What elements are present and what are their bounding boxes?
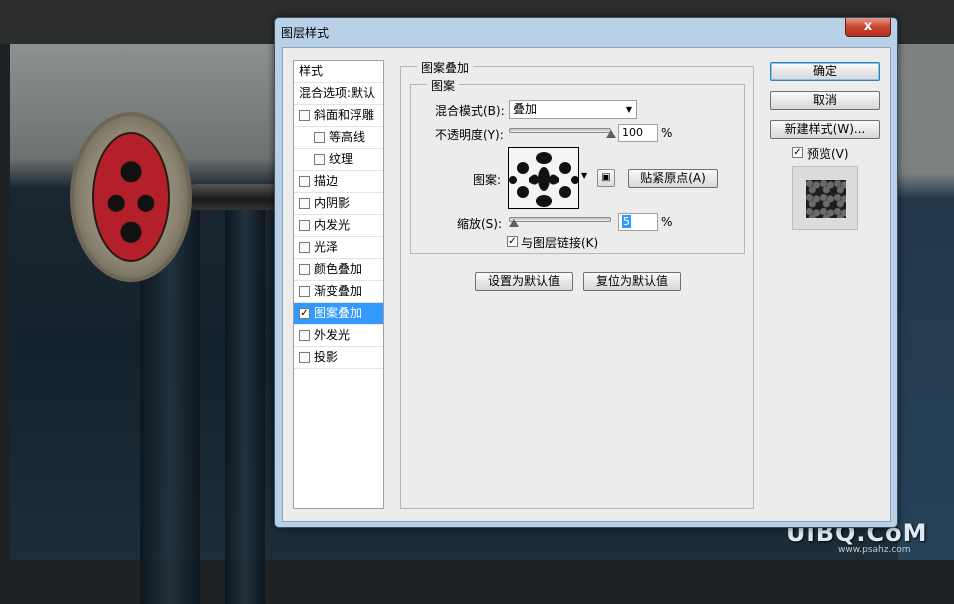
close-button[interactable]: x bbox=[845, 18, 891, 37]
style-preview bbox=[792, 166, 858, 230]
red-damask-pattern bbox=[92, 132, 170, 262]
dialog-titlebar[interactable]: 图层样式 x bbox=[275, 18, 897, 46]
style-item[interactable]: 内阴影 bbox=[294, 193, 383, 215]
ok-button[interactable]: 确定 bbox=[770, 62, 880, 81]
opacity-slider-track[interactable] bbox=[509, 128, 611, 133]
style-item[interactable]: 描边 bbox=[294, 171, 383, 193]
style-item[interactable]: 内发光 bbox=[294, 215, 383, 237]
style-item-label: 外发光 bbox=[314, 328, 351, 342]
ornate-medallion bbox=[70, 112, 192, 282]
style-item-checkbox[interactable] bbox=[299, 110, 310, 121]
preview-swatch bbox=[806, 180, 846, 218]
style-item-checkbox[interactable] bbox=[299, 176, 310, 187]
cancel-button[interactable]: 取消 bbox=[770, 91, 880, 110]
ok-label: 确定 bbox=[812, 64, 837, 78]
style-item-label: 斜面和浮雕 bbox=[314, 108, 375, 122]
opacity-slider-thumb[interactable] bbox=[606, 130, 616, 138]
style-item-label: 内发光 bbox=[314, 218, 351, 232]
blend-mode-select[interactable]: 叠加 ▼ bbox=[509, 100, 637, 119]
styles-header[interactable]: 样式 bbox=[294, 61, 383, 83]
reset-to-default-button[interactable]: 复位为默认值 bbox=[583, 272, 681, 291]
style-item[interactable]: 纹理 bbox=[294, 149, 383, 171]
dropdown-arrow-icon: ▼ bbox=[625, 105, 632, 114]
check-icon: ✓ bbox=[300, 308, 309, 319]
style-item-checkbox[interactable] bbox=[299, 198, 310, 209]
style-item-label: 描边 bbox=[314, 174, 339, 188]
canvas-right-edge bbox=[898, 44, 954, 560]
new-style-label: 新建样式(W)... bbox=[784, 122, 866, 136]
new-preset-icon: ▣ bbox=[601, 172, 611, 183]
style-item[interactable]: 等高线 bbox=[294, 127, 383, 149]
style-item-checkbox[interactable] bbox=[299, 220, 310, 231]
style-item-checkbox[interactable] bbox=[299, 330, 310, 341]
group-title: 图案 bbox=[427, 77, 460, 94]
scale-input[interactable]: 5 bbox=[618, 213, 658, 231]
style-item-checkbox[interactable] bbox=[299, 264, 310, 275]
make-default-button[interactable]: 设置为默认值 bbox=[475, 272, 573, 291]
damask-pattern-thumbnail bbox=[509, 148, 578, 208]
style-item-label: 图案叠加 bbox=[314, 306, 363, 320]
opacity-input[interactable]: 100 bbox=[618, 124, 658, 142]
opacity-value: 100 bbox=[622, 126, 643, 139]
snap-to-origin-label: 贴紧原点(A) bbox=[640, 171, 706, 185]
section-title: 图案叠加 bbox=[417, 59, 474, 76]
close-icon: x bbox=[863, 19, 873, 34]
style-item-checkbox[interactable] bbox=[299, 242, 310, 253]
opacity-unit: % bbox=[661, 126, 673, 140]
scale-label: 缩放(S): bbox=[457, 217, 503, 231]
style-item-label: 等高线 bbox=[329, 130, 366, 144]
blend-mode-value: 叠加 bbox=[513, 102, 538, 116]
style-item-label: 纹理 bbox=[329, 152, 354, 166]
pattern-overlay-section: 图案叠加 图案 混合模式(B): 叠加 ▼ 不透明度(Y): 100 % 图案: bbox=[400, 59, 754, 509]
make-default-label: 设置为默认值 bbox=[487, 274, 560, 288]
style-item-checkbox[interactable] bbox=[314, 132, 325, 143]
new-style-button[interactable]: 新建样式(W)... bbox=[770, 120, 880, 139]
style-item-checkbox[interactable] bbox=[314, 154, 325, 165]
style-item[interactable]: 投影 bbox=[294, 347, 383, 369]
reset-to-default-label: 复位为默认值 bbox=[595, 274, 668, 288]
style-item[interactable]: 光泽 bbox=[294, 237, 383, 259]
preview-checkbox[interactable]: ✓ bbox=[792, 147, 803, 158]
pattern-label: 图案: bbox=[473, 173, 502, 187]
style-item[interactable]: ✓ 图案叠加 bbox=[294, 303, 383, 325]
blend-mode-label: 混合模式(B): bbox=[435, 104, 505, 118]
style-item-checkbox[interactable] bbox=[299, 286, 310, 297]
watermark-url: www.psahz.com bbox=[838, 545, 911, 555]
style-item-label: 渐变叠加 bbox=[314, 284, 363, 298]
style-item-checkbox[interactable] bbox=[299, 352, 310, 363]
style-item[interactable]: 颜色叠加 bbox=[294, 259, 383, 281]
new-preset-button[interactable]: ▣ bbox=[597, 169, 615, 187]
style-item-label: 内阴影 bbox=[314, 196, 351, 210]
dialog-client-area: 样式 混合选项:默认 斜面和浮雕等高线纹理描边内阴影内发光光泽颜色叠加渐变叠加 ✓… bbox=[282, 47, 891, 522]
style-item[interactable]: 渐变叠加 bbox=[294, 281, 383, 303]
style-item-label: 颜色叠加 bbox=[314, 262, 363, 276]
style-item-label: 光泽 bbox=[314, 240, 339, 254]
style-item[interactable]: 外发光 bbox=[294, 325, 383, 347]
link-with-layer-label: 与图层链接(K) bbox=[521, 236, 599, 250]
link-with-layer-checkbox[interactable]: ✓ bbox=[507, 236, 518, 247]
check-icon: ✓ bbox=[793, 147, 802, 158]
opacity-label: 不透明度(Y): bbox=[435, 128, 504, 142]
blending-options-item[interactable]: 混合选项:默认 bbox=[294, 83, 383, 105]
scale-slider-thumb[interactable] bbox=[509, 219, 520, 227]
dialog-title: 图层样式 bbox=[281, 26, 330, 40]
style-item-checkbox[interactable]: ✓ bbox=[299, 308, 310, 319]
styles-list: 样式 混合选项:默认 斜面和浮雕等高线纹理描边内阴影内发光光泽颜色叠加渐变叠加 ✓… bbox=[293, 60, 384, 509]
style-item[interactable]: 斜面和浮雕 bbox=[294, 105, 383, 127]
cancel-label: 取消 bbox=[812, 93, 837, 107]
pattern-dropdown-icon[interactable]: ▼ bbox=[581, 171, 587, 180]
preview-label: 预览(V) bbox=[807, 147, 849, 161]
layer-style-dialog: 图层样式 x 样式 混合选项:默认 斜面和浮雕等高线纹理描边内阴影内发光光泽颜色… bbox=[274, 17, 898, 528]
scale-unit: % bbox=[661, 215, 673, 229]
pattern-picker[interactable] bbox=[508, 147, 579, 209]
style-item-label: 投影 bbox=[314, 350, 339, 364]
snap-to-origin-button[interactable]: 贴紧原点(A) bbox=[628, 169, 718, 188]
check-icon: ✓ bbox=[508, 236, 517, 247]
pattern-group: 图案 混合模式(B): 叠加 ▼ 不透明度(Y): 100 % 图案: ▼ ▣ … bbox=[410, 77, 745, 254]
scale-value: 5 bbox=[622, 215, 631, 228]
scale-slider-track[interactable] bbox=[509, 217, 611, 222]
curtain-fold bbox=[225, 194, 265, 604]
